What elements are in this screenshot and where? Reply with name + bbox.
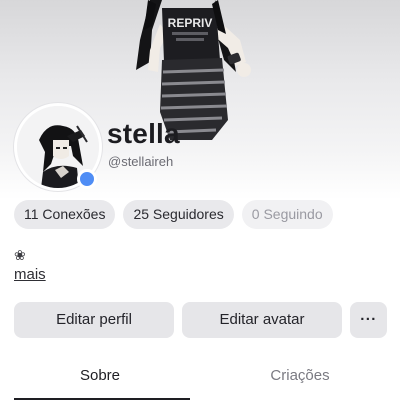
display-name: stella [107,118,180,149]
bio-text: ❀ [14,247,26,263]
edit-avatar-button[interactable]: Editar avatar [182,302,342,338]
shirt-text: REPRIV [168,16,213,30]
tab-about[interactable]: Sobre [0,360,200,400]
more-options-button[interactable]: ··· [350,302,387,338]
following-pill[interactable]: 0 Seguindo [241,200,333,229]
connections-pill[interactable]: 11 Conexões [14,200,116,229]
followers-pill[interactable]: 25 Seguidores [123,200,234,229]
profile-page: REPRIV stella @stellaireh 11 Conexões 25… [0,0,400,400]
edit-profile-button[interactable]: Editar perfil [14,302,174,338]
username: @stellaireh [108,154,174,169]
profile-tabs: Sobre Criações [0,360,400,400]
profile-actions: Editar perfil Editar avatar ··· [14,302,387,338]
profile-stats: 11 Conexões 25 Seguidores 0 Seguindo [14,200,333,229]
online-status-indicator [77,169,97,189]
bio-more-link[interactable]: mais [14,266,46,283]
tab-creations[interactable]: Criações [200,360,400,400]
